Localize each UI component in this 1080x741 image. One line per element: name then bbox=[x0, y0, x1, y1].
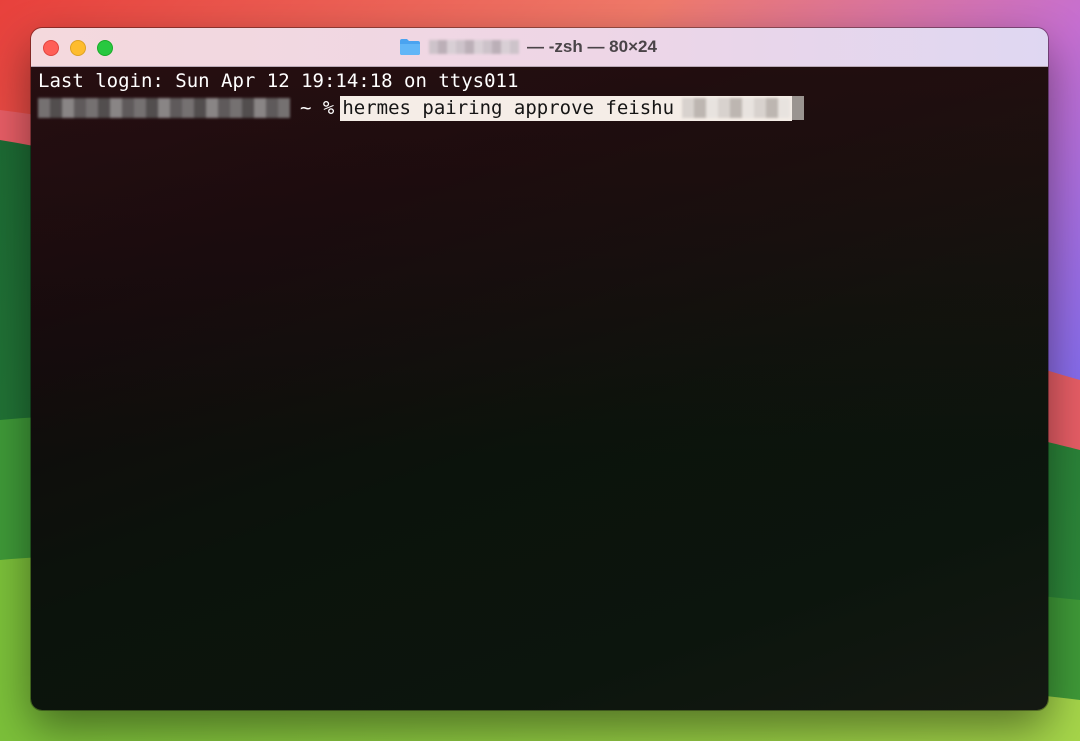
terminal-content[interactable]: Last login: Sun Apr 12 19:14:18 on ttys0… bbox=[31, 67, 1048, 710]
last-login-line: Last login: Sun Apr 12 19:14:18 on ttys0… bbox=[38, 70, 519, 92]
command-text: hermes pairing approve feishu bbox=[342, 96, 675, 119]
window-titlebar[interactable]: — -zsh — 80×24 bbox=[31, 28, 1048, 67]
redacted-folder-name bbox=[429, 40, 519, 54]
selected-command[interactable]: hermes pairing approve feishu bbox=[340, 95, 793, 121]
close-button[interactable] bbox=[43, 40, 59, 56]
folder-icon bbox=[400, 39, 420, 55]
window-title: — -zsh — 80×24 bbox=[399, 37, 657, 57]
command-prompt-line: ~ % hermes pairing approve feishu bbox=[38, 95, 805, 121]
window-title-text: — -zsh — 80×24 bbox=[527, 37, 657, 56]
redacted-user-host bbox=[38, 98, 290, 118]
minimize-button[interactable] bbox=[70, 40, 86, 56]
text-cursor bbox=[792, 96, 805, 120]
maximize-button[interactable] bbox=[97, 40, 113, 56]
prompt-symbol: ~ % bbox=[300, 97, 335, 119]
redacted-pairing-code bbox=[682, 98, 791, 118]
terminal-window: — -zsh — 80×24 Last login: Sun Apr 12 19… bbox=[31, 28, 1048, 710]
